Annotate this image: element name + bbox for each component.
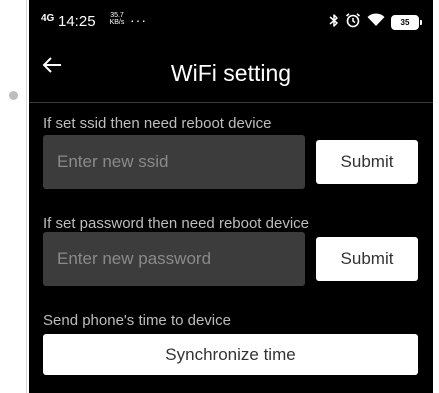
- phone-screen: 4G 14:25 35.7 KB/s ··· 35 WiFi setting I…: [29, 0, 433, 393]
- ssid-input[interactable]: Enter new ssid: [43, 135, 305, 189]
- ssid-label: If set ssid then need reboot device: [43, 115, 272, 132]
- password-input[interactable]: Enter new password: [43, 232, 305, 286]
- status-time: 14:25: [58, 13, 96, 30]
- ssid-submit-button[interactable]: Submit: [316, 140, 418, 184]
- network-indicator: 4G: [41, 13, 55, 24]
- wifi-icon: [367, 13, 385, 31]
- battery-icon: 35: [391, 14, 422, 30]
- page-title: WiFi setting: [170, 60, 292, 86]
- status-icons: 35: [329, 12, 422, 32]
- password-label: If set password then need reboot device: [43, 215, 310, 232]
- page-margin-line: [26, 0, 27, 393]
- network-speed: 35.7 KB/s: [108, 12, 126, 26]
- synchronize-time-button[interactable]: Synchronize time: [43, 334, 418, 375]
- network-speed-value: 35.7: [110, 12, 124, 19]
- network-speed-unit: KB/s: [109, 19, 125, 26]
- bluetooth-icon: [329, 13, 339, 32]
- time-sync-label: Send phone's time to device: [43, 312, 231, 329]
- alarm-icon: [345, 12, 361, 32]
- more-notifications-icon: ···: [130, 12, 147, 28]
- appbar-divider: [29, 102, 433, 103]
- app-bar: WiFi setting: [29, 44, 433, 102]
- password-submit-button[interactable]: Submit: [316, 237, 418, 281]
- status-bar: 4G 14:25 35.7 KB/s ··· 35: [29, 0, 433, 44]
- margin-mark: [9, 91, 18, 100]
